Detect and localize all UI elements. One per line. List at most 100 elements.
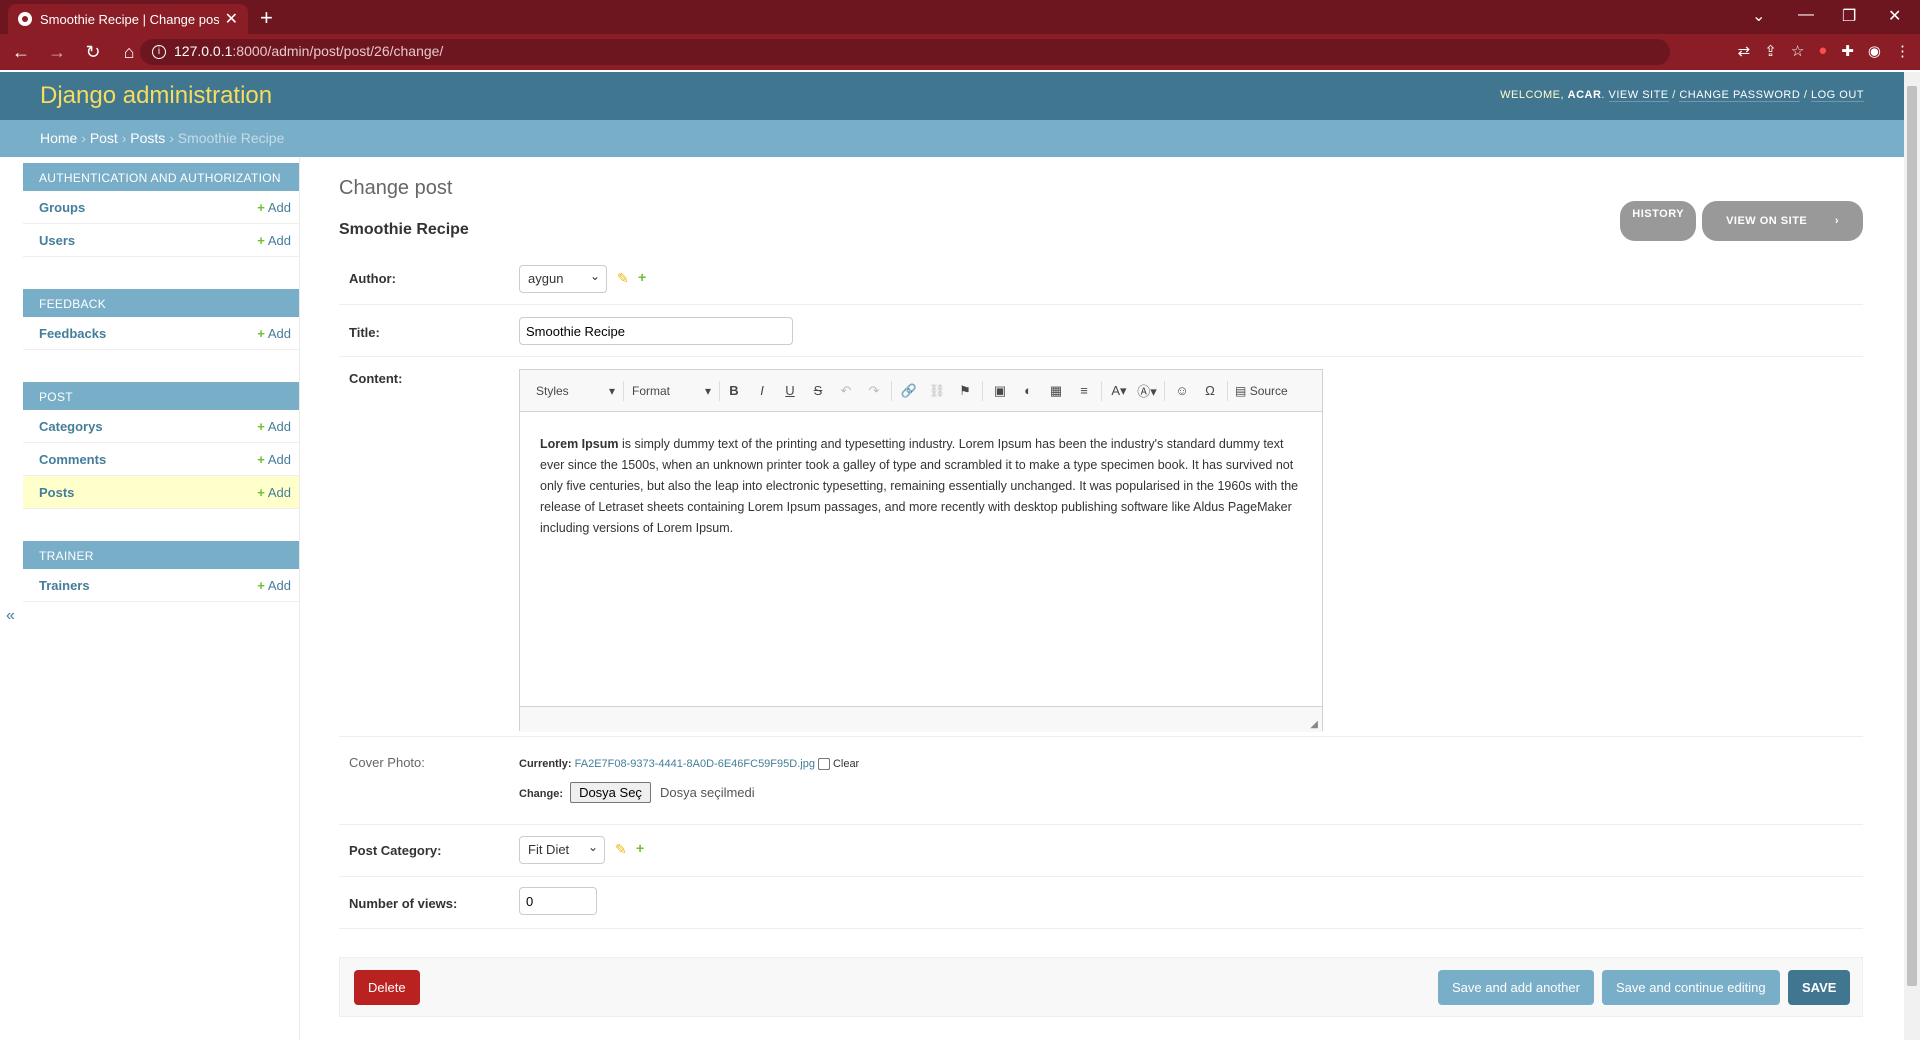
- breadcrumb-home[interactable]: Home: [40, 130, 77, 146]
- save-and-add-another-button[interactable]: Save and add another: [1438, 970, 1594, 1005]
- add-categorys-link[interactable]: + Add: [257, 419, 291, 434]
- text-color-icon[interactable]: A▾: [1105, 383, 1133, 399]
- views-label: Number of views:: [349, 896, 458, 911]
- source-doc-icon: ▤: [1235, 383, 1247, 398]
- sidebar-link-trainers[interactable]: Trainers: [39, 578, 90, 593]
- bold-icon[interactable]: B: [720, 383, 748, 398]
- underline-icon[interactable]: U: [776, 383, 804, 398]
- module-caption[interactable]: Feedback: [23, 289, 299, 317]
- back-icon[interactable]: ←: [6, 42, 36, 63]
- special-char-omega-icon[interactable]: Ω: [1196, 383, 1224, 398]
- sidebar-link-comments[interactable]: Comments: [39, 452, 106, 467]
- window-close-icon[interactable]: ✕: [1888, 6, 1901, 26]
- tab-search-icon[interactable]: ⌄: [1752, 6, 1765, 26]
- change-category-pencil-icon[interactable]: ✎: [615, 841, 627, 858]
- translate-icon[interactable]: ⇄: [1738, 42, 1751, 60]
- url-path: :8000/admin/post/post/26/change/: [232, 43, 444, 59]
- sidebar-link-users[interactable]: Users: [39, 233, 75, 248]
- horizontal-rule-icon[interactable]: ≡: [1070, 383, 1098, 398]
- breadcrumb-app[interactable]: Post: [90, 130, 118, 146]
- breadcrumb-model[interactable]: Posts: [130, 130, 165, 146]
- add-feedbacks-link[interactable]: + Add: [257, 326, 291, 341]
- sidebar-item-categorys: Categorys + Add: [23, 410, 299, 443]
- strikethrough-icon[interactable]: S: [804, 383, 832, 398]
- page-scrollbar[interactable]: [1904, 72, 1920, 1040]
- sidebar-link-posts[interactable]: Posts: [39, 485, 74, 500]
- clear-checkbox[interactable]: [817, 758, 830, 771]
- module-caption[interactable]: Authentication and Authorization: [23, 163, 299, 191]
- post-category-select[interactable]: Fit Diet ⌄: [519, 836, 605, 864]
- site-brand[interactable]: Django administration: [40, 82, 272, 110]
- tab-title: Smoothie Recipe | Change post |: [40, 11, 219, 27]
- scrollbar-thumb[interactable]: [1907, 86, 1917, 986]
- add-category-plus-icon[interactable]: +: [636, 840, 644, 856]
- share-icon[interactable]: ⇪: [1764, 42, 1777, 60]
- view-on-site-button[interactable]: View on site ›: [1702, 201, 1863, 241]
- module-caption[interactable]: Trainer: [23, 541, 299, 569]
- add-users-link[interactable]: + Add: [257, 233, 291, 248]
- view-on-site-label: View on site: [1714, 208, 1820, 234]
- background-color-icon[interactable]: Ⓐ▾: [1133, 381, 1161, 400]
- choose-file-button[interactable]: Dosya Seç: [570, 782, 651, 803]
- save-button[interactable]: SAVE: [1788, 970, 1851, 1005]
- sidebar-item-comments: Comments + Add: [23, 443, 299, 476]
- format-dropdown[interactable]: Format ▾: [624, 380, 720, 401]
- site-info-icon[interactable]: i: [152, 45, 166, 59]
- add-posts-link[interactable]: + Add: [257, 485, 291, 500]
- forward-icon[interactable]: →: [42, 42, 72, 63]
- django-header: Django administration Welcome, ACAR. Vie…: [0, 72, 1904, 120]
- save-and-continue-button[interactable]: Save and continue editing: [1602, 970, 1780, 1005]
- views-input[interactable]: [519, 887, 597, 915]
- tab-close-icon[interactable]: ✕: [225, 9, 238, 29]
- minimize-icon[interactable]: —: [1798, 6, 1814, 24]
- browser-menu-icon[interactable]: ⋮: [1895, 42, 1910, 60]
- delete-button[interactable]: Delete: [354, 970, 420, 1005]
- view-site-link[interactable]: View site: [1608, 89, 1669, 102]
- browser-tab-bar: Smoothie Recipe | Change post | ✕ + ⌄ — …: [0, 0, 1920, 34]
- log-out-link[interactable]: Log out: [1810, 89, 1864, 102]
- unlink-icon[interactable]: ⛓: [923, 383, 951, 399]
- anchor-flag-icon[interactable]: ⚑: [951, 383, 979, 399]
- browser-tab[interactable]: Smoothie Recipe | Change post | ✕: [8, 4, 248, 34]
- toggle-sidebar-button[interactable]: «: [6, 607, 15, 625]
- bookmark-star-icon[interactable]: ☆: [1791, 42, 1804, 60]
- redo-icon[interactable]: ↷: [860, 383, 888, 399]
- sidebar-link-groups[interactable]: Groups: [39, 200, 85, 215]
- module-caption[interactable]: Post: [23, 382, 299, 410]
- link-icon[interactable]: 🔗: [895, 383, 923, 399]
- source-button[interactable]: ▤ Source: [1231, 384, 1288, 398]
- address-bar[interactable]: i 127.0.0.1:8000/admin/post/post/26/chan…: [140, 39, 1670, 65]
- extension-icon[interactable]: ●: [1818, 42, 1827, 60]
- editor-content-area[interactable]: Lorem Ipsum is simply dummy text of the …: [520, 412, 1322, 706]
- flash-icon[interactable]: ◐: [1014, 383, 1042, 398]
- profile-avatar-icon[interactable]: ◉: [1868, 42, 1881, 60]
- new-tab-icon[interactable]: +: [260, 5, 273, 31]
- change-author-pencil-icon[interactable]: ✎: [617, 270, 629, 287]
- sidebar-item-trainers: Trainers + Add: [23, 569, 299, 602]
- add-author-plus-icon[interactable]: +: [638, 269, 646, 285]
- italic-icon[interactable]: I: [748, 383, 776, 398]
- module-trainer: Trainer Trainers + Add: [23, 541, 299, 602]
- restore-icon[interactable]: ❐: [1842, 6, 1856, 26]
- puzzle-extensions-icon[interactable]: ✚: [1841, 42, 1854, 60]
- change-password-link[interactable]: Change password: [1679, 89, 1801, 102]
- history-button[interactable]: History: [1620, 201, 1697, 241]
- undo-icon[interactable]: ↶: [832, 383, 860, 399]
- add-trainers-link[interactable]: + Add: [257, 578, 291, 593]
- table-icon[interactable]: ▦: [1042, 383, 1070, 399]
- current-file-link[interactable]: FA2E7F08-9373-4441-8A0D-6E46FC59F95D.jpg: [575, 758, 815, 770]
- add-groups-link[interactable]: + Add: [257, 200, 291, 215]
- add-comments-link[interactable]: + Add: [257, 452, 291, 467]
- sidebar-item-feedbacks: Feedbacks + Add: [23, 317, 299, 350]
- author-label: Author:: [349, 271, 396, 286]
- styles-dropdown[interactable]: Styles ▾: [528, 380, 624, 401]
- author-select[interactable]: aygun ⌄: [519, 265, 607, 293]
- resize-handle-icon[interactable]: ◢: [1310, 719, 1318, 730]
- smiley-icon[interactable]: ☺: [1168, 383, 1196, 398]
- image-icon[interactable]: ▣: [986, 383, 1014, 399]
- toolbar-separator: [1227, 380, 1228, 401]
- sidebar-link-feedbacks[interactable]: Feedbacks: [39, 326, 106, 341]
- reload-icon[interactable]: ↻: [78, 42, 108, 63]
- title-input[interactable]: [519, 317, 793, 345]
- sidebar-link-categorys[interactable]: Categorys: [39, 419, 103, 434]
